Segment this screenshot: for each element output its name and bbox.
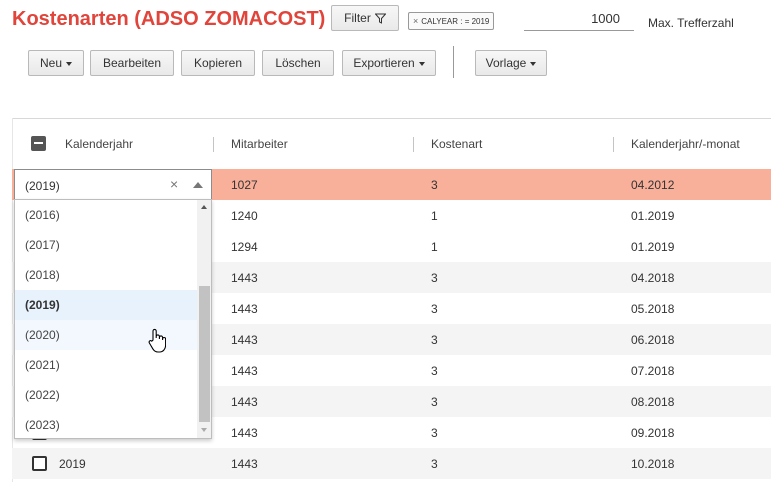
cost-type-cell: 3: [431, 426, 438, 440]
dropdown-option[interactable]: (2021): [15, 350, 197, 380]
new-button[interactable]: Neu: [28, 50, 84, 76]
export-button-label: Exportieren: [353, 56, 415, 70]
combobox-value: (2019): [25, 179, 60, 193]
remove-filter-icon[interactable]: ×: [413, 16, 418, 26]
cost-type-cell: 3: [431, 302, 438, 316]
employee-cell: 1294: [231, 240, 258, 254]
column-header-employee[interactable]: Mitarbeiter: [231, 137, 288, 151]
copy-button-label: Kopieren: [193, 56, 243, 70]
filter-button-label: Filter: [344, 11, 371, 25]
max-hits-input[interactable]: 1000: [524, 9, 634, 31]
column-header-cost-type[interactable]: Kostenart: [431, 137, 482, 151]
table-top-border: [12, 118, 771, 119]
scroll-up-arrow-icon[interactable]: [201, 205, 207, 209]
calendar-year-combobox[interactable]: (2019) ×: [14, 169, 212, 200]
period-cell: 01.2019: [631, 240, 675, 254]
period-cell: 09.2018: [631, 426, 675, 440]
cost-type-cell: 3: [431, 178, 438, 192]
period-cell: 01.2019: [631, 209, 675, 223]
cost-type-cell: 3: [431, 271, 438, 285]
filter-icon: [374, 13, 386, 24]
employee-cell: 1443: [231, 426, 258, 440]
clear-icon[interactable]: ×: [170, 176, 178, 192]
employee-cell: 1027: [231, 178, 258, 192]
hand-cursor-icon: [148, 328, 166, 353]
copy-button[interactable]: Kopieren: [181, 50, 255, 76]
column-separator[interactable]: [613, 137, 614, 152]
cost-type-cell: 3: [431, 395, 438, 409]
calendar-year-cell: 2019: [59, 457, 86, 471]
employee-cell: 1443: [231, 302, 258, 316]
employee-cell: 1443: [231, 271, 258, 285]
period-cell: 04.2018: [631, 271, 675, 285]
export-button[interactable]: Exportieren: [342, 50, 436, 76]
column-header-calendar-year[interactable]: Kalenderjahr: [65, 137, 133, 151]
employee-cell: 1443: [231, 395, 258, 409]
new-button-label: Neu: [39, 56, 62, 70]
template-button[interactable]: Vorlage: [475, 50, 547, 76]
calendar-year-dropdown[interactable]: (2016) (2017) (2018) (2019) (2020) (2021…: [14, 199, 212, 439]
chevron-up-icon[interactable]: [193, 182, 203, 188]
period-cell: 04.2012: [631, 178, 675, 192]
cost-type-cell: 3: [431, 333, 438, 347]
column-separator[interactable]: [413, 137, 414, 152]
dropdown-option[interactable]: (2018): [15, 260, 197, 290]
dropdown-option[interactable]: (2017): [15, 230, 197, 260]
edit-button-label: Bearbeiten: [102, 56, 162, 70]
scroll-down-arrow-icon[interactable]: [201, 428, 207, 432]
employee-cell: 1443: [231, 333, 258, 347]
cost-type-cell: 1: [431, 240, 438, 254]
dropdown-option[interactable]: (2023): [15, 410, 197, 438]
cost-type-cell: 3: [431, 364, 438, 378]
filter-chip[interactable]: × CALYEAR : = 2019: [408, 12, 495, 30]
column-separator[interactable]: [213, 137, 214, 152]
employee-cell: 1443: [231, 457, 258, 471]
employee-cell: 1443: [231, 364, 258, 378]
column-header-period[interactable]: Kalenderjahr/-monat: [631, 137, 740, 151]
period-cell: 10.2018: [631, 457, 675, 471]
filter-chip-label: CALYEAR : = 2019: [421, 16, 490, 26]
dropdown-option[interactable]: (2022): [15, 380, 197, 410]
cost-type-cell: 1: [431, 209, 438, 223]
filter-button[interactable]: Filter: [331, 5, 399, 31]
cost-type-cell: 3: [431, 457, 438, 471]
template-button-label: Vorlage: [485, 56, 527, 70]
edit-button[interactable]: Bearbeiten: [90, 50, 174, 76]
max-hits-label: Max. Trefferzahl: [648, 16, 734, 30]
caret-down-icon: [530, 61, 537, 66]
page-title: Kostenarten (ADSO ZOMACOST): [12, 8, 326, 30]
caret-down-icon: [66, 61, 72, 66]
dropdown-option-selected[interactable]: (2019): [15, 290, 197, 320]
employee-cell: 1240: [231, 209, 258, 223]
table-row[interactable]: 2019 1443 3 10.2018: [12, 448, 771, 479]
dropdown-option[interactable]: (2016): [15, 200, 197, 230]
select-all-checkbox[interactable]: [31, 136, 46, 151]
scrollbar-thumb[interactable]: [199, 286, 210, 422]
dropdown-option-hovered[interactable]: (2020): [15, 320, 197, 350]
toolbar-divider: [453, 46, 454, 78]
delete-button[interactable]: Löschen: [262, 50, 334, 76]
period-cell: 08.2018: [631, 395, 675, 409]
dropdown-scrollbar[interactable]: [197, 200, 211, 438]
period-cell: 07.2018: [631, 364, 675, 378]
delete-button-label: Löschen: [275, 56, 321, 70]
row-checkbox[interactable]: [32, 456, 47, 471]
caret-down-icon: [418, 61, 425, 66]
period-cell: 06.2018: [631, 333, 675, 347]
period-cell: 05.2018: [631, 302, 675, 316]
